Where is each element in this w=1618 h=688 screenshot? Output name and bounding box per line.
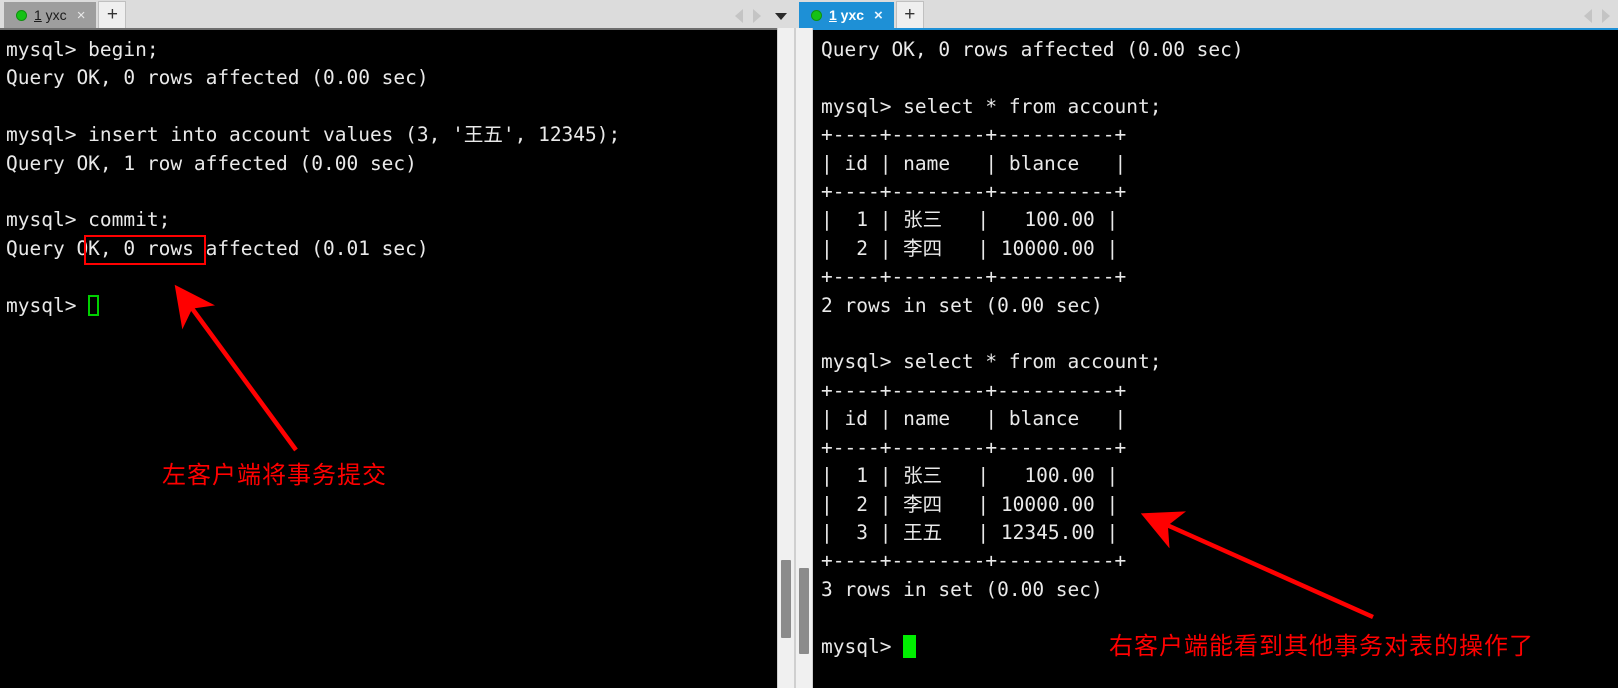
- status-dot-green-icon: [16, 9, 27, 21]
- right-tab-label: 1 yxc: [829, 7, 864, 23]
- scroll-tabs-left-icon[interactable]: [1584, 9, 1592, 23]
- new-tab-button[interactable]: +: [98, 1, 127, 28]
- left-tab-1[interactable]: 1 yxc ×: [4, 2, 97, 28]
- new-tab-button[interactable]: +: [895, 1, 924, 28]
- left-tab-nav-cluster: [735, 9, 795, 28]
- scroll-tabs-right-icon[interactable]: [1602, 9, 1610, 23]
- right-tab-number: 1: [829, 7, 837, 23]
- left-terminal-window: 1 yxc × + mysql> begin; Query OK, 0 rows…: [0, 0, 795, 688]
- left-tab-title: yxc: [41, 7, 67, 23]
- right-terminal-body: Query OK, 0 rows affected (0.00 sec) mys…: [795, 28, 1618, 688]
- left-terminal-lines: mysql> begin; Query OK, 0 rows affected …: [6, 38, 621, 317]
- right-terminal-window: 1 yxc × + Query OK, 0 rows affected (0.0…: [795, 0, 1618, 688]
- left-tab-label: 1 yxc: [34, 7, 67, 23]
- close-icon[interactable]: ×: [871, 8, 886, 23]
- right-terminal-cursor: [903, 634, 917, 658]
- left-terminal-cursor: [88, 294, 100, 316]
- right-terminal-lines: Query OK, 0 rows affected (0.00 sec) mys…: [821, 38, 1244, 658]
- left-annotation-text: 左客户端将事务提交: [162, 463, 387, 489]
- scroll-tabs-left-icon[interactable]: [735, 9, 743, 23]
- chevron-down-icon[interactable]: [775, 12, 787, 20]
- status-dot-green-icon: [811, 9, 822, 21]
- left-tab-number: 1: [34, 7, 42, 23]
- right-scrollbar-thumb[interactable]: [799, 568, 809, 654]
- right-terminal-scrollbar[interactable]: [795, 28, 813, 688]
- right-terminal-output[interactable]: Query OK, 0 rows affected (0.00 sec) mys…: [813, 28, 1618, 688]
- right-terminal-text: Query OK, 0 rows affected (0.00 sec) mys…: [813, 30, 1618, 661]
- left-terminal-scrollbar[interactable]: [777, 28, 795, 688]
- left-terminal-output[interactable]: mysql> begin; Query OK, 0 rows affected …: [0, 28, 777, 688]
- scroll-tabs-right-icon[interactable]: [753, 9, 761, 23]
- close-icon[interactable]: ×: [74, 8, 89, 23]
- right-tab-bar: 1 yxc × +: [795, 0, 1618, 28]
- right-tab-nav-cluster: [1584, 9, 1618, 28]
- dual-terminal-screenshot: 1 yxc × + mysql> begin; Query OK, 0 rows…: [0, 0, 1618, 688]
- left-terminal-body: mysql> begin; Query OK, 0 rows affected …: [0, 28, 795, 688]
- left-terminal-text: mysql> begin; Query OK, 0 rows affected …: [0, 30, 777, 320]
- right-tab-title: yxc: [836, 7, 865, 23]
- left-tab-bar: 1 yxc × +: [0, 0, 795, 28]
- left-scrollbar-thumb[interactable]: [781, 560, 791, 638]
- right-tab-1[interactable]: 1 yxc ×: [799, 2, 894, 28]
